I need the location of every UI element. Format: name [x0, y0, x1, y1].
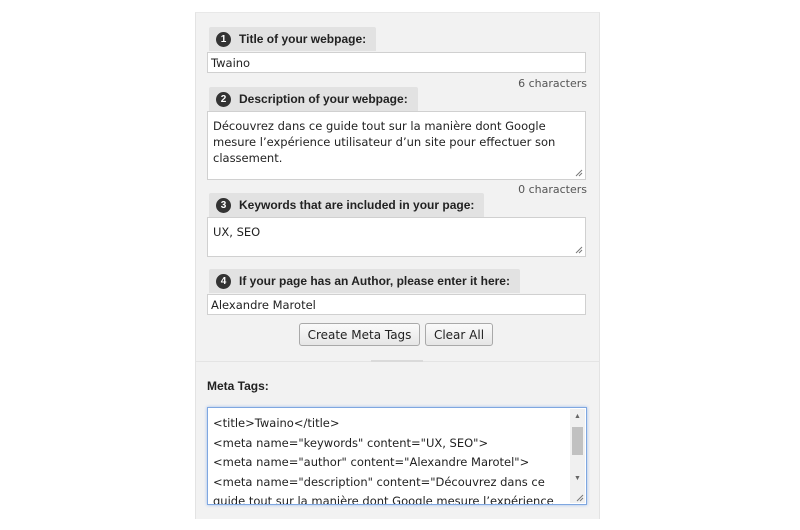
keywords-textarea[interactable]: UX, SEO — [207, 217, 586, 257]
resize-grip-icon[interactable] — [575, 246, 583, 254]
triangle-up-icon[interactable]: ▲ — [570, 409, 585, 423]
step-1-number-icon: 1 — [216, 31, 231, 47]
resize-grip-icon[interactable] — [576, 494, 584, 502]
meta-tags-output-text: <title>Twaino</title> <meta name="keywor… — [213, 414, 565, 505]
description-char-count: 0 characters — [518, 183, 587, 196]
output-scrollbar[interactable]: ▲ ▼ — [570, 409, 585, 503]
create-meta-tags-button[interactable]: Create Meta Tags — [299, 323, 420, 346]
step-2-label: 2 Description of your webpage: — [209, 87, 418, 111]
resize-grip-icon[interactable] — [575, 169, 583, 177]
author-input[interactable]: Alexandre Marotel — [207, 294, 586, 315]
step-3-label-text: Keywords that are included in your page: — [239, 198, 475, 212]
title-char-count: 6 characters — [518, 77, 587, 90]
step-4-label: 4 If your page has an Author, please ent… — [209, 269, 520, 293]
description-text: Découvrez dans ce guide tout sur la mani… — [213, 119, 556, 165]
output-line: <meta name="description" content="Découv… — [213, 474, 554, 505]
step-1-label-text: Title of your webpage: — [239, 32, 367, 46]
divider-handle — [371, 360, 423, 362]
step-1-label: 1 Title of your webpage: — [209, 27, 377, 51]
description-textarea[interactable]: Découvrez dans ce guide tout sur la mani… — [207, 111, 586, 180]
output-line: <meta name="keywords" content="UX, SEO"> — [213, 435, 489, 450]
triangle-down-icon[interactable]: ▼ — [570, 471, 585, 485]
title-input[interactable]: Twaino — [207, 52, 586, 73]
step-4-number-icon: 4 — [216, 273, 231, 289]
step-3-number-icon: 3 — [216, 197, 231, 213]
clear-all-button[interactable]: Clear All — [425, 323, 493, 346]
meta-tags-output-textarea[interactable]: <title>Twaino</title> <meta name="keywor… — [207, 407, 587, 505]
output-line: <title>Twaino</title> — [213, 416, 340, 430]
keywords-text: UX, SEO — [213, 225, 261, 239]
step-3-label: 3 Keywords that are included in your pag… — [209, 193, 485, 217]
step-4-label-text: If your page has an Author, please enter… — [239, 274, 510, 288]
step-2-number-icon: 2 — [216, 91, 231, 107]
meta-tags-heading: Meta Tags: — [207, 379, 269, 393]
output-line: <meta name="author" content="Alexandre M… — [213, 455, 530, 469]
scrollbar-thumb[interactable] — [572, 427, 583, 455]
meta-tag-generator-panel: 1 Title of your webpage: Twaino 6 charac… — [195, 12, 600, 519]
step-2-label-text: Description of your webpage: — [239, 92, 408, 106]
